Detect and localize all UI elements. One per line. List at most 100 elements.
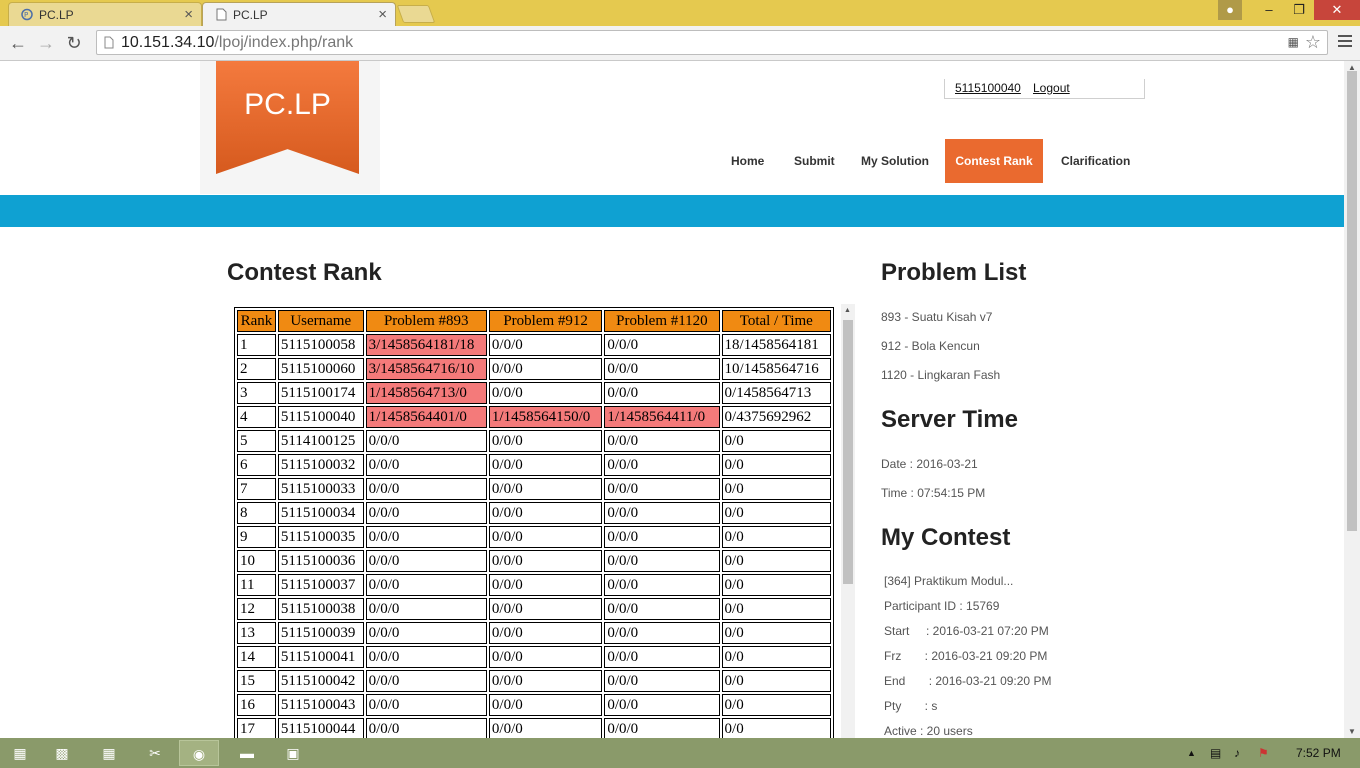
nav-contest-rank[interactable]: Contest Rank bbox=[945, 139, 1043, 183]
rank-cell: 9 bbox=[237, 526, 276, 548]
volume-icon[interactable]: ♪ bbox=[1234, 738, 1240, 768]
table-row: 17 5115100044 0/0/0 0/0/0 0/0/0 0/0 bbox=[237, 718, 831, 738]
network-icon[interactable]: ▤ bbox=[1210, 738, 1221, 768]
table-scrollbar[interactable]: ▲ bbox=[841, 304, 855, 738]
chrome-icon[interactable]: ◉ bbox=[179, 740, 219, 766]
problem-912-cell: 0/0/0 bbox=[488, 646, 603, 668]
problem-893-cell: 0/0/0 bbox=[365, 574, 487, 596]
new-tab-button[interactable] bbox=[396, 5, 436, 23]
column-header-problem-893: Problem #893 bbox=[365, 310, 487, 332]
cmd-icon[interactable]: ▩ bbox=[42, 740, 82, 766]
problem-1120-cell: 1/1458564411/0 bbox=[604, 406, 720, 428]
file-explorer-icon[interactable]: ▬ bbox=[227, 740, 267, 766]
url-path: /lpoj/index.php/rank bbox=[214, 34, 354, 51]
tray-expand-icon[interactable]: ▲ bbox=[1187, 738, 1196, 768]
problem-1120-cell: 0/0/0 bbox=[604, 646, 720, 668]
problem-link[interactable]: 893 - Suatu Kisah v7 bbox=[881, 310, 992, 324]
profile-icon[interactable]: ● bbox=[1218, 0, 1242, 20]
problem-893-cell: 0/0/0 bbox=[365, 718, 487, 738]
window-close-button[interactable]: ✕ bbox=[1314, 0, 1360, 20]
start-icon[interactable]: ▦ bbox=[0, 740, 40, 766]
reload-icon[interactable]: ↻ bbox=[64, 33, 84, 53]
contest-name-link[interactable]: [364] Praktikum Modul... bbox=[884, 574, 1013, 588]
problem-893-cell: 0/0/0 bbox=[365, 670, 487, 692]
forward-arrow-icon[interactable]: → bbox=[36, 33, 56, 53]
problem-912-cell: 0/0/0 bbox=[488, 430, 603, 452]
problem-912-cell: 0/0/0 bbox=[488, 550, 603, 572]
nav-submit[interactable]: Submit bbox=[794, 139, 835, 183]
clock[interactable]: 7:52 PM bbox=[1296, 738, 1341, 768]
page-favicon-icon: P bbox=[21, 8, 33, 21]
back-arrow-icon[interactable]: ← bbox=[8, 33, 28, 53]
rank-cell: 11 bbox=[237, 574, 276, 596]
problem-893-cell: 0/0/0 bbox=[365, 622, 487, 644]
username-cell: 5115100037 bbox=[277, 574, 364, 596]
problem-1120-cell: 0/0/0 bbox=[604, 550, 720, 572]
problem-1120-cell: 0/0/0 bbox=[604, 358, 720, 380]
table-row: 2 5115100060 3/1458564716/10 0/0/0 0/0/0 10/1… bbox=[237, 358, 831, 380]
close-tab-icon[interactable]: × bbox=[184, 6, 193, 23]
total-time-cell: 0/0 bbox=[721, 574, 831, 596]
table-row: 9 5115100035 0/0/0 0/0/0 0/0/0 0/0 bbox=[237, 526, 831, 548]
rank-cell: 14 bbox=[237, 646, 276, 668]
action-center-icon[interactable]: ⚑ bbox=[1258, 738, 1269, 768]
address-bar[interactable]: 10.151.34.10/lpoj/index.php/rank ▦ ☆ bbox=[96, 30, 1328, 55]
browser-title-bar: P PC.LP × PC.LP × ● – ❐ ✕ bbox=[0, 0, 1360, 26]
table-row: 10 5115100036 0/0/0 0/0/0 0/0/0 0/0 bbox=[237, 550, 831, 572]
rank-cell: 6 bbox=[237, 454, 276, 476]
problem-1120-cell: 0/0/0 bbox=[604, 430, 720, 452]
scroll-up-arrow-icon[interactable]: ▲ bbox=[844, 307, 851, 314]
problem-893-cell: 0/0/0 bbox=[365, 646, 487, 668]
username-cell: 5114100125 bbox=[277, 430, 364, 452]
nav-my-solution[interactable]: My Solution bbox=[861, 139, 929, 183]
translate-icon[interactable]: ▦ bbox=[1288, 35, 1299, 49]
table-row: 13 5115100039 0/0/0 0/0/0 0/0/0 0/0 bbox=[237, 622, 831, 644]
close-tab-icon[interactable]: × bbox=[378, 6, 387, 23]
problem-link[interactable]: 1120 - Lingkaran Fash bbox=[881, 368, 1000, 382]
page-scrollbar-thumb[interactable] bbox=[1347, 71, 1357, 531]
restore-button[interactable]: ❐ bbox=[1284, 0, 1314, 20]
browser-tab[interactable]: P PC.LP × bbox=[8, 2, 202, 26]
tab-title: PC.LP bbox=[233, 8, 268, 22]
calculator-icon[interactable]: ▦ bbox=[89, 740, 129, 766]
rank-cell: 8 bbox=[237, 502, 276, 524]
problem-912-cell: 0/0/0 bbox=[488, 502, 603, 524]
rank-table-body: 1 5115100058 3/1458564181/18 0/0/0 0/0/0 18/1… bbox=[237, 334, 831, 738]
total-time-cell: 10/1458564716 bbox=[721, 358, 831, 380]
total-time-cell: 0/1458564713 bbox=[721, 382, 831, 404]
photos-icon[interactable]: ▣ bbox=[273, 740, 313, 766]
problem-893-cell: 0/0/0 bbox=[365, 550, 487, 572]
username-cell: 5115100034 bbox=[277, 502, 364, 524]
nav-clarification[interactable]: Clarification bbox=[1061, 139, 1130, 183]
page-scrollbar[interactable]: ▲ ▼ bbox=[1344, 61, 1360, 738]
table-row: 14 5115100041 0/0/0 0/0/0 0/0/0 0/0 bbox=[237, 646, 831, 668]
username-link[interactable]: 5115100040 bbox=[955, 81, 1021, 95]
snipping-tool-icon[interactable]: ✂ bbox=[135, 740, 175, 766]
page-title: Contest Rank bbox=[227, 259, 382, 286]
column-header-problem-1120: Problem #1120 bbox=[604, 310, 720, 332]
server-date: Date : 2016-03-21 bbox=[881, 457, 978, 471]
username-cell: 5115100058 bbox=[277, 334, 364, 356]
scroll-down-arrow-icon[interactable]: ▼ bbox=[1348, 727, 1356, 736]
problem-893-cell: 0/0/0 bbox=[365, 502, 487, 524]
problem-link[interactable]: 912 - Bola Kencun bbox=[881, 339, 980, 353]
rank-table-container: Rank Username Problem #893 Problem #912 … bbox=[234, 307, 834, 738]
total-time-cell: 0/4375692962 bbox=[721, 406, 831, 428]
windows-taskbar: ▦ ▩ ▦ ✂ ◉ ▬ ▣ ▲ ▤ ♪ ⚑ 7:52 PM bbox=[0, 738, 1360, 768]
username-cell: 5115100044 bbox=[277, 718, 364, 738]
chrome-menu-icon[interactable] bbox=[1338, 35, 1352, 49]
table-scrollbar-thumb[interactable] bbox=[843, 320, 853, 584]
user-box: 5115100040 Logout bbox=[944, 79, 1145, 99]
problem-1120-cell: 0/0/0 bbox=[604, 526, 720, 548]
minimize-button[interactable]: – bbox=[1254, 0, 1284, 20]
problem-893-cell: 3/1458564181/18 bbox=[365, 334, 487, 356]
problem-1120-cell: 0/0/0 bbox=[604, 502, 720, 524]
nav-home[interactable]: Home bbox=[731, 139, 764, 183]
problem-912-cell: 0/0/0 bbox=[488, 526, 603, 548]
logout-link[interactable]: Logout bbox=[1033, 81, 1070, 95]
browser-tab-active[interactable]: PC.LP × bbox=[202, 2, 396, 26]
bookmark-star-icon[interactable]: ☆ bbox=[1305, 32, 1321, 53]
total-time-cell: 18/1458564181 bbox=[721, 334, 831, 356]
problem-893-cell: 3/1458564716/10 bbox=[365, 358, 487, 380]
rank-cell: 5 bbox=[237, 430, 276, 452]
